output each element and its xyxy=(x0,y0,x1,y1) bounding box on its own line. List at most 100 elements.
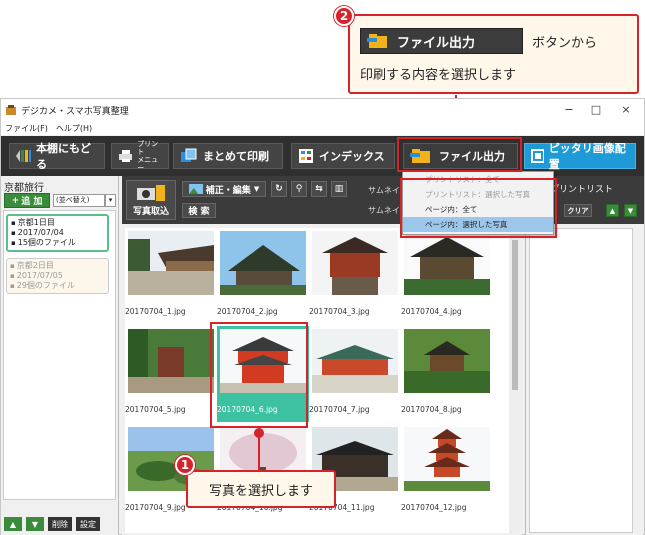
export-instruction-callout: ファイル出力 ボタンから 印刷する内容を選択します xyxy=(348,14,639,94)
move-up-button[interactable]: ▲ xyxy=(4,517,22,531)
printer-icon xyxy=(119,150,133,162)
plus-icon: + xyxy=(11,195,20,206)
selected-photo-highlight xyxy=(210,322,308,428)
album-count: 29個のファイル xyxy=(10,281,105,291)
app-icon xyxy=(6,105,16,115)
photo-filename: 20170704_1.jpg xyxy=(125,307,186,316)
search-button[interactable]: 検 索 xyxy=(182,203,216,218)
import-photos-button[interactable]: 写真取込 xyxy=(126,180,176,220)
step-badge-1: 1 xyxy=(175,455,195,475)
photo-cell[interactable]: 20170704_3.jpg xyxy=(309,228,401,324)
back-to-bookshelf-button[interactable]: 本棚にもどる xyxy=(9,142,105,171)
move-down-button[interactable]: ▼ xyxy=(26,517,44,531)
index-label: インデックス xyxy=(319,150,385,163)
album-date: 2017/07/05 xyxy=(10,271,105,281)
export-button-highlight xyxy=(397,137,522,172)
photo-thumbnail-pagoda-hall xyxy=(404,231,490,295)
photo-thumbnail-five-story-pagoda xyxy=(404,427,490,491)
album-item[interactable]: 京都1日目 2017/07/04 15個のファイル xyxy=(6,214,109,252)
window-title: デジカメ・スマホ写真整理 xyxy=(21,106,129,117)
trash-icon[interactable]: ▥ xyxy=(331,181,347,197)
add-album-label: 追 加 xyxy=(21,197,43,207)
photo-grid-scrollbar[interactable] xyxy=(510,228,520,533)
photo-thumbnail-shrine-path xyxy=(128,329,214,393)
main-toolbar: 本棚にもどる プリント メニュー まとめて印刷 インデックス ファイル出力 ピッ… xyxy=(1,136,644,176)
sort-dropdown-arrow[interactable]: ▾ xyxy=(105,194,116,207)
album-group-title: 京都旅行 xyxy=(4,183,44,194)
print-menu-label-line1: プリント xyxy=(137,140,159,156)
add-album-button[interactable]: + 追 加 xyxy=(4,193,50,208)
edit-button[interactable]: 補正・編集 ▼ xyxy=(182,181,266,197)
export-button-illustration: ファイル出力 xyxy=(360,28,523,54)
photo-cell[interactable]: 20170704_12.jpg xyxy=(401,424,493,520)
scrollbar-thumb[interactable] xyxy=(512,240,518,390)
photo-filename: 20170704_5.jpg xyxy=(125,405,186,414)
photo-cell[interactable]: 20170704_2.jpg xyxy=(217,228,309,324)
callout-text-line2: 印刷する内容を選択します xyxy=(360,68,517,83)
thumbnail-size-label: サムネイ xyxy=(368,186,400,195)
photo-thumbnail-temple-roof xyxy=(220,231,306,295)
photo-filename: 20170704_2.jpg xyxy=(217,307,278,316)
title-bar: デジカメ・スマホ写真整理 − □ × xyxy=(1,99,644,121)
photo-thumbnail-temple-gate xyxy=(312,231,398,295)
folder-export-icon xyxy=(367,34,387,48)
callout-text: 写真を選択します xyxy=(208,483,313,499)
photo-thumbnail-white-hall xyxy=(312,329,398,393)
edit-label: 補正・編集 xyxy=(205,185,251,196)
batch-print-label: まとめて印刷 xyxy=(203,150,269,163)
photo-cell[interactable]: 20170704_5.jpg xyxy=(125,326,217,422)
batch-print-icon xyxy=(181,148,197,162)
step-badge-2: 2 xyxy=(334,6,354,26)
camera-phone-icon xyxy=(137,184,165,201)
swap-icon[interactable]: ⇆ xyxy=(311,181,327,197)
index-button[interactable]: インデックス xyxy=(291,143,395,169)
album-sidebar: 京都旅行 + 追 加 (並べ替え) ▾ 京都1日目 2017/07/04 15個… xyxy=(1,176,119,535)
album-settings-button[interactable]: 設定 xyxy=(76,517,100,531)
batch-print-button[interactable]: まとめて印刷 xyxy=(173,143,283,169)
export-button-illustration-label: ファイル出力 xyxy=(397,35,476,51)
fit-layout-label: ピッタリ画像配置 xyxy=(548,142,626,171)
photo-filename: 20170704_8.jpg xyxy=(401,405,462,414)
import-photos-label: 写真取込 xyxy=(132,206,169,217)
photo-cell[interactable]: 20170704_7.jpg xyxy=(309,326,401,422)
photo-cell[interactable]: 20170704_8.jpg xyxy=(401,326,493,422)
photo-thumbnail-garden-pavilion xyxy=(404,329,490,393)
album-name: 京都2日目 xyxy=(10,261,105,271)
menu-help[interactable]: ヘルプ(H) xyxy=(56,123,92,134)
maximize-button[interactable]: □ xyxy=(581,101,611,119)
photo-cell[interactable]: 20170704_4.jpg xyxy=(401,228,493,324)
thumbnail-mode-label: サムネイ xyxy=(368,206,400,215)
index-sheet-icon xyxy=(299,149,313,163)
fit-layout-button[interactable]: ピッタリ画像配置 xyxy=(524,142,636,171)
photo-filename: 20170704_3.jpg xyxy=(309,307,370,316)
list-up-button[interactable]: ▲ xyxy=(606,204,619,217)
chevron-down-icon: ▼ xyxy=(253,185,260,193)
rotate-icon[interactable]: ↻ xyxy=(271,181,287,197)
sidebar-actions: ▲ ▼ 削除 設定 xyxy=(4,517,100,531)
minimize-button[interactable]: − xyxy=(554,101,584,119)
print-menu-label-line2: メニュー xyxy=(137,156,159,172)
close-button[interactable]: × xyxy=(611,101,641,119)
photo-filename: 20170704_7.jpg xyxy=(309,405,370,414)
photo-cell[interactable]: 20170704_1.jpg xyxy=(125,228,217,324)
photo-edit-icon xyxy=(188,184,203,194)
photo-filename: 20170704_12.jpg xyxy=(401,503,467,512)
clear-list-button[interactable]: クリア xyxy=(564,204,592,217)
print-menu-button[interactable]: プリント メニュー xyxy=(111,140,169,172)
list-down-button[interactable]: ▼ xyxy=(624,204,637,217)
zoom-icon[interactable]: ⚲ xyxy=(291,181,307,197)
callout-leader-line xyxy=(258,433,260,471)
photo-filename: 20170704_4.jpg xyxy=(401,307,462,316)
print-list xyxy=(529,228,633,533)
bookshelf-icon xyxy=(16,150,32,162)
album-list: 京都1日目 2017/07/04 15個のファイル 京都2日目 2017/07/… xyxy=(3,210,116,500)
select-photo-callout: 写真を選択します xyxy=(186,470,336,508)
menu-file[interactable]: ファイル(F) xyxy=(5,123,48,134)
album-item[interactable]: 京都2日目 2017/07/05 29個のファイル xyxy=(6,258,109,294)
dropdown-highlight xyxy=(400,178,557,238)
album-count: 15個のファイル xyxy=(11,238,104,248)
sort-select[interactable]: (並べ替え) xyxy=(53,194,105,207)
delete-album-button[interactable]: 削除 xyxy=(48,517,72,531)
print-menu-label: プリント メニュー xyxy=(137,140,162,172)
photo-thumbnail-temple-courtyard xyxy=(128,231,214,295)
